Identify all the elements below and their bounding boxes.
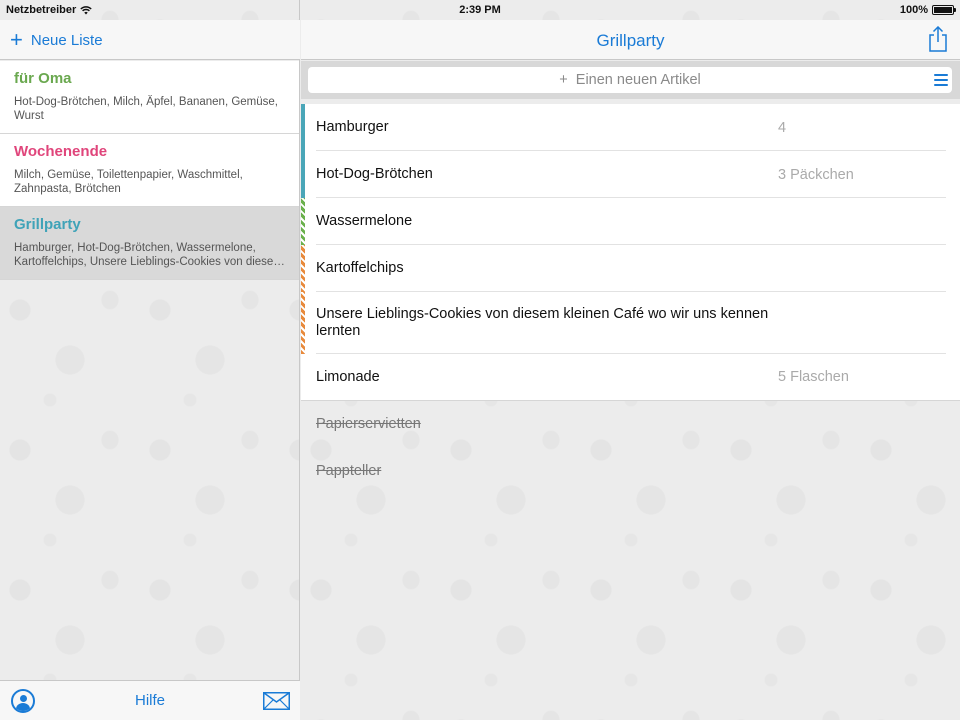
category-marker [301,245,305,292]
list-menu-icon[interactable] [934,74,948,87]
list-item[interactable]: Wassermelone [301,198,960,245]
list-item[interactable]: Kartoffelchips [301,245,960,292]
item-name: Unsere Lieblings-Cookies von diesem klei… [316,306,769,339]
item-name: Limonade [316,368,380,385]
new-list-button[interactable]: + Neue Liste [10,28,103,52]
sidebar-header: + Neue Liste [0,20,300,60]
list-item[interactable]: Hamburger 4 [301,104,960,151]
list-title: Wochenende [14,143,108,160]
list-item-wochenende[interactable]: Wochenende Milch, Gemüse, Toilettenpapie… [0,134,299,207]
category-marker [301,198,305,245]
item-name: Kartoffelchips [316,260,404,276]
item-name: Hamburger [316,119,389,135]
list-summary: Milch, Gemüse, Toilettenpapier, Waschmit… [14,169,243,195]
mail-icon[interactable] [263,692,290,710]
share-icon[interactable] [928,26,948,52]
item-quantity: 4 [778,119,787,136]
list-item[interactable]: Hot-Dog-Brötchen 3 Päckchen [301,151,960,198]
item-list: Hamburger 4 Hot-Dog-Brötchen 3 Päckchen … [301,104,960,401]
add-item-input[interactable] [308,67,952,93]
status-bar: Netzbetreiber 2:39 PM 100% [0,0,960,20]
item-name: Hot-Dog-Brötchen [316,166,433,182]
category-marker [301,151,305,198]
item-quantity: 3 Päckchen [778,166,854,183]
sidebar: + Neue Liste für Oma Hot-Dog-Brötchen, M… [0,0,300,720]
battery-percent: 100% [899,4,928,16]
help-link[interactable]: Hilfe [0,692,300,709]
clock: 2:39 PM [459,4,501,16]
new-list-label: Neue Liste [30,31,103,49]
battery-icon [932,5,956,15]
main-panel: Grillparty Hamburger 4 Hot-Dog-Brötchen … [301,0,960,720]
category-marker [301,292,305,354]
list-item-grillparty[interactable]: Grillparty Hamburger, Hot-Dog-Brötchen, … [0,207,299,280]
list-title: für Oma [14,70,72,87]
completed-item[interactable]: Pappteller [301,447,960,494]
list-summary: Hamburger, Hot-Dog-Brötchen, Wassermelon… [14,242,283,268]
list-summary: Hot-Dog-Brötchen, Milch, Äpfel, Bananen,… [14,96,278,122]
list-item[interactable]: Limonade 5 Flaschen [301,354,960,400]
sidebar-footer: Hilfe [0,680,300,720]
category-marker [301,104,305,151]
item-name: Wassermelone [316,213,413,229]
list-item-fuer-oma[interactable]: für Oma Hot-Dog-Brötchen, Milch, Äpfel, … [0,61,299,134]
completed-items: Papierservietten Pappteller [301,400,960,494]
shopping-lists: für Oma Hot-Dog-Brötchen, Milch, Äpfel, … [0,61,299,280]
list-item[interactable]: Unsere Lieblings-Cookies von diesem klei… [301,292,960,354]
page-title: Grillparty [596,31,665,50]
main-header: Grillparty [301,20,960,60]
plus-icon: + [10,27,23,52]
add-item-bar [301,61,960,99]
item-quantity: 5 Flaschen [778,369,849,385]
completed-item[interactable]: Papierservietten [301,400,960,447]
list-title: Grillparty [14,216,81,233]
